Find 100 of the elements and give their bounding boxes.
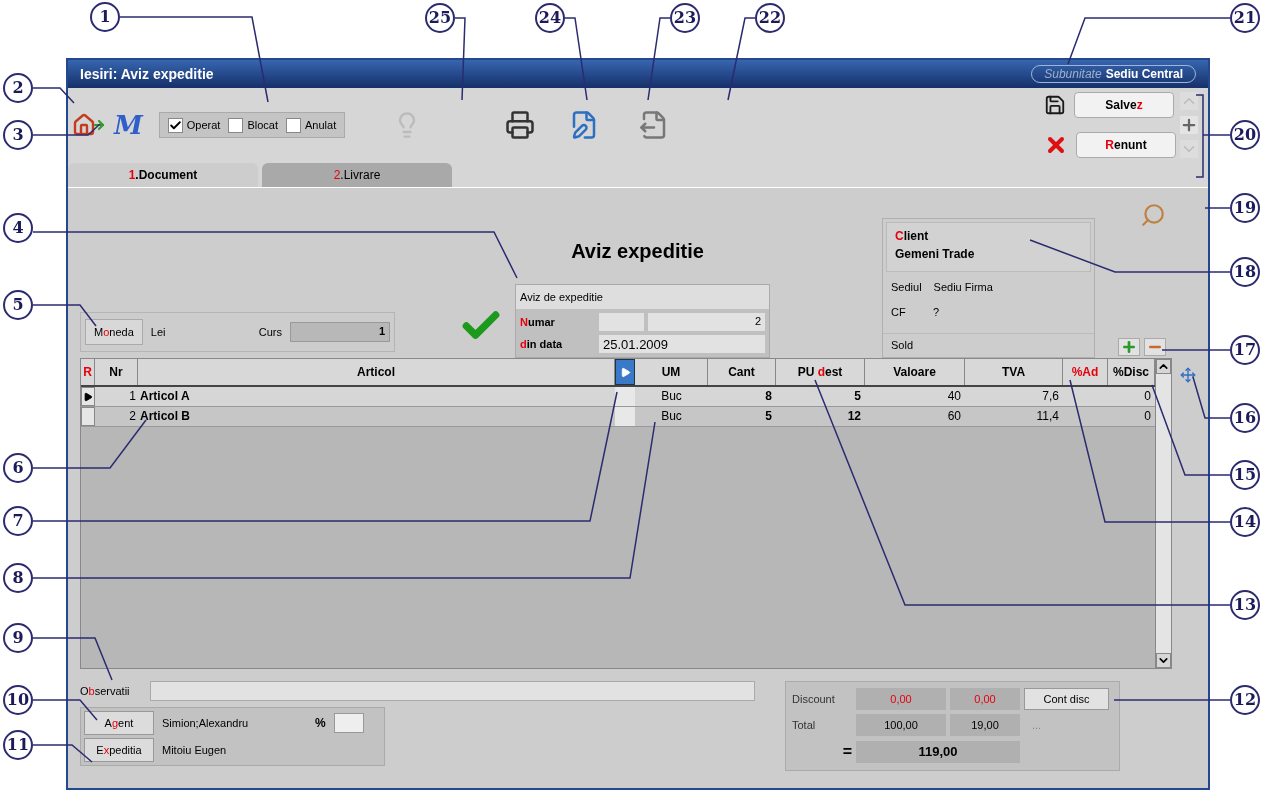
cf-value: ? [933,304,940,320]
observations-label: Observatii [80,683,131,699]
office-label: Sediul [891,280,922,295]
scrollbar[interactable] [1155,359,1171,668]
table-cell-text: Articol A [139,388,191,405]
currency-value: Lei [150,324,166,340]
status-label: Operat [186,117,221,133]
callout-marker: 10 [3,685,33,715]
column-header[interactable]: TVA [965,359,1063,385]
column-header[interactable]: PU dest [776,359,865,385]
callout-marker: 11 [3,730,33,760]
agent-name: Simion;Alexandru [162,715,250,731]
column-header[interactable]: Cant [708,359,776,385]
window-title: Iesiri: Aviz expeditie [80,64,214,84]
delegate-name: Mitoiu Eugen [162,742,227,758]
document-heading: Aviz expeditie [571,239,704,264]
tab[interactable]: 1.Document [68,163,258,187]
leader-line [32,744,93,763]
search-icon[interactable] [1140,202,1166,228]
column-picker-button[interactable] [615,359,635,385]
rate-label: Curs [258,324,282,340]
leader-line [32,699,98,721]
table-cell-text: Buc [660,408,683,425]
cf-label: CF [891,304,907,320]
number-field[interactable]: 2 [648,313,765,331]
callout-marker: 20 [1230,120,1260,150]
callout-marker: 18 [1230,257,1260,287]
series-field[interactable] [599,313,644,331]
plus-icon[interactable] [1180,116,1198,134]
callout-marker: 5 [3,290,33,320]
status-checkbox[interactable] [167,117,183,133]
table-cell-text: 0 [1143,388,1152,405]
callout-marker: 21 [1230,3,1260,33]
discount-label: Discount [792,691,836,707]
column-header[interactable]: Valoare [865,359,965,385]
scroll-up-icon[interactable] [1156,359,1171,374]
client-button[interactable]: Client Gemeni Trade [886,222,1091,272]
table-cell-text: 12 [846,408,862,425]
callout-marker: 9 [3,623,33,653]
agent-button[interactable]: Agent [84,711,154,735]
status-label: Blocat [247,117,278,133]
table-cell-text: 7,6 [1041,388,1060,405]
total-value: 100,00 [856,714,946,736]
total-label: Total [792,717,817,733]
add-row-button[interactable] [1118,338,1140,356]
callout-marker: 3 [3,120,33,150]
plus-icon [1121,339,1137,355]
tab[interactable]: 2.Livrare [262,163,452,187]
callout-marker: 13 [1230,590,1260,620]
date-field[interactable]: 25.01.2009 [599,335,765,353]
callout-marker: 19 [1230,193,1260,223]
move-icon[interactable] [1180,366,1196,384]
office-value: Sediu Firma [933,280,993,295]
grand-total: 119,00 [856,741,1020,763]
column-header[interactable]: Nr [95,359,138,385]
save-button[interactable]: Salvez [1074,92,1174,118]
leader-line [1161,349,1231,351]
observations-field[interactable] [150,681,755,701]
callout-marker: 7 [3,506,33,536]
delegate-button[interactable]: Expeditia [84,738,154,762]
discount-account-button[interactable]: Cont disc [1024,688,1109,710]
percent-field[interactable] [333,713,364,733]
table-cell-text: 8 [764,388,773,405]
leader-line [1204,207,1231,209]
table-cell-text: Articol B [139,408,191,425]
extra-value: ... [1031,717,1043,733]
equals-sign: = [841,742,852,762]
callout-marker: 22 [755,3,785,33]
scroll-down-icon[interactable] [1156,653,1171,668]
callout-marker: 6 [3,453,33,483]
table-cell-text: 0 [1143,408,1152,425]
callout-marker: 2 [3,73,33,103]
status-checkbox[interactable] [228,117,244,133]
home-icon[interactable] [72,112,106,138]
callout-marker: 8 [3,563,33,593]
callout-marker: 12 [1230,685,1260,715]
client-name: Gemeni Trade [895,246,976,263]
callout-marker: 25 [425,3,455,33]
logo[interactable]: M [114,105,143,145]
rate-field[interactable]: 1 [290,322,390,342]
table-cell-text: 1 [128,388,137,405]
client-label: Client [895,228,930,245]
callout-marker: 16 [1230,403,1260,433]
leader-line [32,123,101,136]
table-cell-text: 40 [946,388,962,405]
row-indicator[interactable] [81,387,95,406]
status-checkbox[interactable] [286,117,301,133]
leader-line [32,87,75,104]
callout-marker: 1 [90,2,120,32]
cancel-button[interactable]: Renunt [1076,132,1176,158]
table-cell-text: 5 [853,388,862,405]
table-cell-text: Buc [660,388,683,405]
callout-marker: 17 [1230,335,1260,365]
save-icon [1044,94,1066,116]
table-cell-text: 60 [946,408,962,425]
date-label: din data [520,336,564,352]
printer-icon[interactable] [505,110,536,140]
column-header[interactable]: UM [635,359,708,385]
subunit-value: Sediu Central [1105,66,1183,83]
currency-button[interactable]: Moneda [85,319,143,345]
